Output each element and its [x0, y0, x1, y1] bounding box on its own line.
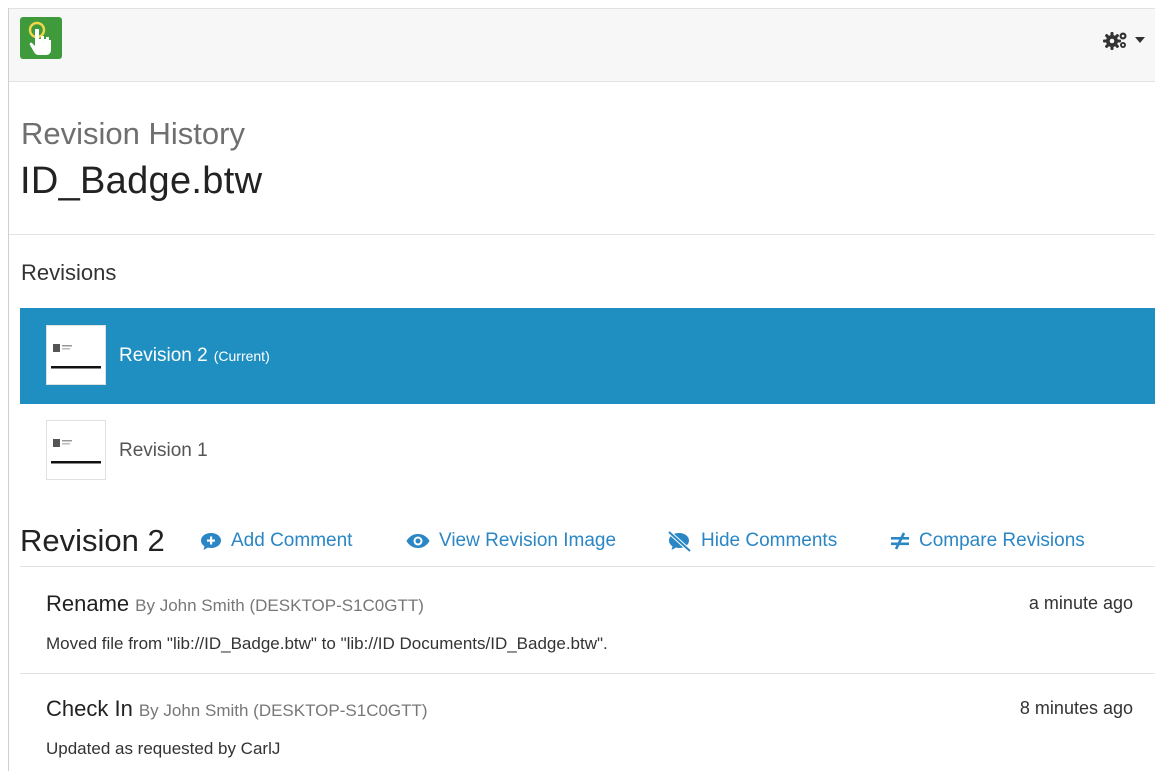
- entry-heading: Check In By John Smith (DESKTOP-S1C0GTT): [46, 696, 428, 722]
- history-entry: Rename By John Smith (DESKTOP-S1C0GTT) a …: [20, 588, 1155, 668]
- entry-author: By John Smith (DESKTOP-S1C0GTT): [138, 701, 428, 720]
- entry-message: Updated as requested by CarlJ: [46, 739, 281, 758]
- hand-pointer-icon: [28, 21, 51, 55]
- entry-divider: [20, 673, 1155, 674]
- hide-comments-button[interactable]: Hide Comments: [666, 530, 837, 552]
- revision-thumbnail: [46, 420, 106, 480]
- page-subtitle: Revision History: [21, 116, 245, 151]
- revisions-section-title: Revisions: [21, 260, 117, 285]
- history-entry: Check In By John Smith (DESKTOP-S1C0GTT) …: [20, 693, 1155, 771]
- entry-time: 8 minutes ago: [1019, 698, 1133, 718]
- entry-time: a minute ago: [1028, 593, 1133, 613]
- comment-plus-icon: [201, 533, 221, 550]
- revision-thumbnail: [46, 325, 106, 385]
- revision-label: Revision 2 (Current): [119, 345, 270, 366]
- entry-author: By John Smith (DESKTOP-S1C0GTT): [135, 596, 424, 615]
- revision-list-item[interactable]: Revision 2 (Current): [20, 308, 1155, 404]
- page-title: ID_Badge.btw: [20, 160, 263, 202]
- caret-down-icon: [1135, 37, 1145, 43]
- entry-type: Check In: [46, 696, 133, 721]
- entry-message: Moved file from "lib://ID_Badge.btw" to …: [46, 634, 608, 653]
- not-equal-icon: [891, 532, 909, 550]
- entry-type: Rename: [46, 591, 130, 616]
- settings-menu-button[interactable]: [1103, 27, 1145, 53]
- entry-heading: Rename By John Smith (DESKTOP-S1C0GTT): [46, 591, 424, 617]
- add-comment-button[interactable]: Add Comment: [200, 530, 352, 552]
- compare-revisions-button[interactable]: Compare Revisions: [890, 530, 1085, 552]
- eye-icon: [406, 534, 430, 548]
- page-header: Revision History ID_Badge.btw: [9, 82, 1155, 235]
- top-bar: [9, 9, 1155, 82]
- comment-slash-icon: [667, 530, 692, 552]
- revision-label: Revision 1: [119, 440, 208, 461]
- revision-detail-title: Revision 2: [20, 523, 165, 558]
- revision-detail-header: Revision 2 Add Comment View Revision Ima…: [20, 520, 1155, 567]
- gears-icon: [1103, 32, 1127, 50]
- view-revision-image-button[interactable]: View Revision Image: [406, 530, 616, 552]
- app-logo[interactable]: [20, 17, 62, 59]
- revision-list-item[interactable]: Revision 1: [20, 405, 1155, 501]
- current-tag: (Current): [213, 348, 270, 364]
